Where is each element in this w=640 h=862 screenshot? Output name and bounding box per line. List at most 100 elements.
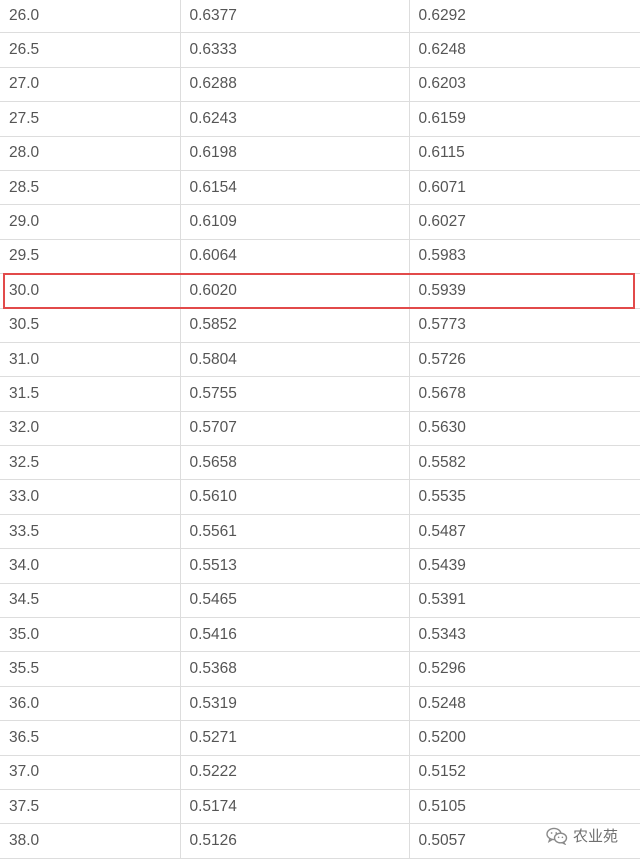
watermark: 农业苑 — [546, 825, 618, 846]
table-row: 28.0 0.6198 0.6115 — [0, 136, 640, 171]
table-row: 29.0 0.6109 0.6027 — [0, 204, 640, 240]
value-cell-b: 0.5343 — [409, 617, 640, 653]
value-cell-b: 0.5391 — [409, 583, 640, 619]
table-row: 34.0 0.5513 0.5439 — [0, 548, 640, 584]
value-cell-b: 0.6071 — [409, 170, 640, 206]
value-cell-b: 0.6115 — [409, 136, 640, 171]
temperature-cell: 34.5 — [0, 583, 181, 619]
table-row: 37.5 0.5174 0.5105 — [0, 789, 640, 825]
table-row: 26.0 0.6377 0.6292 — [0, 0, 640, 34]
value-cell-b: 0.5296 — [409, 651, 640, 687]
value-cell-b: 0.5535 — [409, 479, 640, 515]
value-cell-a: 0.5804 — [180, 342, 410, 378]
table-row: 32.5 0.5658 0.5582 — [0, 445, 640, 481]
value-cell-a: 0.5271 — [180, 720, 410, 756]
value-cell-b: 0.5582 — [409, 445, 640, 481]
value-cell-a: 0.5658 — [180, 445, 410, 481]
table-row: 38.0 0.5126 0.5057 — [0, 823, 640, 859]
temperature-cell: 35.0 — [0, 617, 181, 653]
value-cell-b: 0.5248 — [409, 686, 640, 722]
temperature-cell: 31.0 — [0, 342, 181, 378]
value-cell-a: 0.5610 — [180, 479, 410, 515]
value-cell-a: 0.5416 — [180, 617, 410, 653]
temperature-cell: 36.0 — [0, 686, 181, 722]
data-table: 26.0 0.6377 0.6292 26.5 0.6333 0.6248 27.0 0.62… — [0, 0, 640, 859]
value-cell-b: 0.6248 — [409, 32, 640, 68]
temperature-cell: 27.5 — [0, 101, 181, 137]
temperature-cell: 26.0 — [0, 0, 181, 34]
temperature-cell: 29.0 — [0, 204, 181, 240]
table-row: 27.5 0.6243 0.6159 — [0, 101, 640, 137]
table-row-highlighted: 30.0 0.6020 0.5939 — [0, 273, 640, 309]
table-row: 26.5 0.6333 0.6248 — [0, 32, 640, 68]
value-cell-a: 0.5222 — [180, 755, 410, 790]
table-row: 29.5 0.6064 0.5983 — [0, 239, 640, 275]
wechat-icon — [546, 827, 568, 845]
temperature-cell: 29.5 — [0, 239, 181, 275]
watermark-text: 农业苑 — [572, 828, 618, 845]
value-cell-a: 0.6288 — [180, 67, 410, 103]
temperature-cell: 37.5 — [0, 789, 181, 825]
value-cell-a: 0.6333 — [180, 32, 410, 68]
value-cell-a: 0.5852 — [180, 308, 410, 343]
data-table-container: 26.0 0.6377 0.6292 26.5 0.6333 0.6248 27.0 0.62… — [0, 0, 640, 859]
value-cell-b: 0.6159 — [409, 101, 640, 137]
value-cell-a: 0.5707 — [180, 411, 410, 447]
table-row: 31.0 0.5804 0.5726 — [0, 342, 640, 378]
value-cell-b: 0.6292 — [409, 0, 640, 34]
value-cell-a: 0.5465 — [180, 583, 410, 619]
table-row: 36.5 0.5271 0.5200 — [0, 720, 640, 756]
value-cell-a: 0.5319 — [180, 686, 410, 722]
temperature-cell: 35.5 — [0, 651, 181, 687]
value-cell-a: 0.5126 — [180, 823, 410, 859]
table-row: 30.5 0.5852 0.5773 — [0, 308, 640, 343]
table-row: 28.5 0.6154 0.6071 — [0, 170, 640, 206]
value-cell-b: 0.5939 — [409, 273, 640, 309]
temperature-cell: 28.0 — [0, 136, 181, 171]
value-cell-a: 0.6154 — [180, 170, 410, 206]
temperature-cell: 34.0 — [0, 548, 181, 584]
value-cell-a: 0.6020 — [180, 273, 410, 309]
value-cell-a: 0.6198 — [180, 136, 410, 171]
table-row: 37.0 0.5222 0.5152 — [0, 755, 640, 790]
value-cell-a: 0.5561 — [180, 514, 410, 550]
value-cell-b: 0.5726 — [409, 342, 640, 378]
table-row: 35.5 0.5368 0.5296 — [0, 651, 640, 687]
temperature-cell: 30.5 — [0, 308, 181, 343]
temperature-cell: 27.0 — [0, 67, 181, 103]
value-cell-b: 0.5200 — [409, 720, 640, 756]
table-row: 35.0 0.5416 0.5343 — [0, 617, 640, 653]
table-row: 32.0 0.5707 0.5630 — [0, 411, 640, 447]
value-cell-b: 0.5773 — [409, 308, 640, 343]
value-cell-a: 0.6064 — [180, 239, 410, 275]
temperature-cell: 32.0 — [0, 411, 181, 447]
value-cell-b: 0.5678 — [409, 376, 640, 412]
value-cell-a: 0.5368 — [180, 651, 410, 687]
value-cell-a: 0.5513 — [180, 548, 410, 584]
value-cell-b: 0.5487 — [409, 514, 640, 550]
table-row: 34.5 0.5465 0.5391 — [0, 583, 640, 619]
value-cell-b: 0.5630 — [409, 411, 640, 447]
temperature-cell: 36.5 — [0, 720, 181, 756]
table-row: 31.5 0.5755 0.5678 — [0, 376, 640, 412]
value-cell-b: 0.5105 — [409, 789, 640, 825]
value-cell-b: 0.5439 — [409, 548, 640, 584]
table-row: 27.0 0.6288 0.6203 — [0, 67, 640, 103]
value-cell-a: 0.6109 — [180, 204, 410, 240]
table-row: 36.0 0.5319 0.5248 — [0, 686, 640, 722]
temperature-cell: 28.5 — [0, 170, 181, 206]
value-cell-a: 0.6377 — [180, 0, 410, 34]
value-cell-b: 0.5983 — [409, 239, 640, 275]
temperature-cell: 38.0 — [0, 823, 181, 859]
temperature-cell: 32.5 — [0, 445, 181, 481]
value-cell-a: 0.5174 — [180, 789, 410, 825]
value-cell-a: 0.5755 — [180, 376, 410, 412]
temperature-cell: 30.0 — [0, 273, 181, 309]
temperature-cell: 31.5 — [0, 376, 181, 412]
temperature-cell: 26.5 — [0, 32, 181, 68]
temperature-cell: 33.0 — [0, 479, 181, 515]
value-cell-a: 0.6243 — [180, 101, 410, 137]
table-row: 33.0 0.5610 0.5535 — [0, 479, 640, 515]
temperature-cell: 33.5 — [0, 514, 181, 550]
value-cell-b: 0.5152 — [409, 755, 640, 790]
